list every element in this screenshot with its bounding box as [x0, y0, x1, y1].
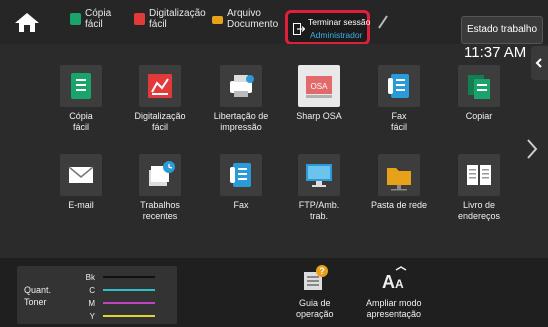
- app-print-release[interactable]: Libertação de impressão: [201, 65, 281, 133]
- ftp-desktop-icon: [298, 154, 340, 196]
- address-book-icon: [458, 154, 500, 196]
- toner-row-y: Y: [85, 310, 175, 322]
- app-easy-fax[interactable]: Fax fácil: [359, 65, 439, 133]
- app-label: E-mail: [68, 200, 94, 210]
- toner-row-m: M: [85, 297, 175, 309]
- app-label: Fax: [233, 200, 249, 210]
- clock: 11:37 AM: [464, 44, 527, 61]
- copy-icon: [458, 65, 500, 107]
- toner-title: Quant. Toner: [24, 285, 52, 307]
- logout-label: Terminar sessão: [308, 17, 371, 27]
- app-label: Trabalhos recentes: [140, 200, 180, 221]
- operation-guide-label: Guia de operação: [296, 298, 334, 319]
- easy-copy-icon: [60, 65, 102, 107]
- toner-bar: [103, 289, 155, 291]
- app-label: Pasta de rede: [370, 200, 428, 210]
- network-folder-icon: [378, 154, 420, 196]
- fax-icon: [220, 154, 262, 196]
- email-icon: [60, 154, 102, 196]
- app-recent-jobs[interactable]: Trabalhos recentes: [120, 154, 200, 222]
- app-label: Cópia fácil: [69, 111, 93, 132]
- operation-guide-button[interactable]: ? Guia de operação: [296, 264, 334, 320]
- app-label: Libertação de impressão: [213, 111, 269, 132]
- app-label: Fax fácil: [390, 111, 407, 132]
- chevron-right-icon[interactable]: [525, 138, 539, 160]
- home-button[interactable]: [10, 9, 44, 37]
- app-ftp-desktop[interactable]: FTP/Amb. trab.: [279, 154, 359, 222]
- logged-user: Administrador: [310, 30, 363, 40]
- scan-icon: [134, 13, 145, 25]
- shortcut-easy-scan[interactable]: Digitalização fácil: [134, 8, 206, 38]
- toner-bar: [103, 302, 155, 304]
- app-label: Sharp OSA: [296, 111, 342, 121]
- toner-label: M: [88, 298, 95, 308]
- side-panel-tab[interactable]: [531, 46, 548, 80]
- copy-icon: [70, 13, 81, 25]
- pen-icon[interactable]: [376, 14, 390, 30]
- svg-text:A: A: [382, 272, 395, 292]
- sharp-osa-icon: OSA: [298, 65, 340, 107]
- app-network-folder[interactable]: Pasta de rede: [359, 154, 439, 211]
- app-easy-copy[interactable]: Cópia fácil: [41, 65, 121, 133]
- print-release-icon: [220, 65, 262, 107]
- easy-scan-icon: [139, 65, 181, 107]
- app-label: FTP/Amb. trab.: [298, 200, 340, 221]
- app-easy-scan[interactable]: Digitalização fácil: [120, 65, 200, 133]
- enlarge-display-label: Ampliar modo apresentação: [366, 298, 422, 319]
- enlarge-display-icon: A A: [382, 266, 407, 292]
- enlarge-display-button[interactable]: A A Ampliar modo apresentação: [366, 264, 422, 320]
- job-status-button[interactable]: Estado trabalho: [461, 16, 543, 44]
- toner-bar: [103, 315, 155, 317]
- svg-text:?: ?: [319, 266, 325, 276]
- toner-label: C: [89, 285, 95, 295]
- top-bar: Cópia fácil Digitalização fácil Arquivo …: [0, 0, 548, 45]
- toner-row-bk: Bk: [85, 271, 175, 283]
- chevron-left-icon: [535, 58, 542, 68]
- logout-icon: [293, 23, 305, 35]
- app-address-book[interactable]: Livro de endereços: [439, 154, 519, 222]
- shortcut-label: Cópia fácil: [85, 8, 112, 30]
- toner-bar: [103, 276, 155, 278]
- folder-icon: [212, 16, 223, 24]
- app-email[interactable]: E-mail: [41, 154, 121, 211]
- svg-text:A: A: [395, 277, 404, 291]
- app-fax[interactable]: Fax: [201, 154, 281, 211]
- shortcut-easy-copy[interactable]: Cópia fácil: [70, 8, 111, 38]
- logout-button[interactable]: Terminar sessão Administrador: [285, 10, 370, 45]
- operation-guide-icon: ?: [303, 265, 328, 290]
- app-label: Digitalização fácil: [134, 111, 186, 132]
- easy-fax-icon: [378, 65, 420, 107]
- toner-label: Y: [89, 311, 95, 321]
- toner-label: Bk: [85, 272, 95, 282]
- home-icon: [15, 13, 39, 32]
- shortcut-label: Arquivo Documento: [227, 8, 279, 30]
- shortcut-label: Digitalização fácil: [149, 8, 206, 30]
- app-sharp-osa[interactable]: OSA Sharp OSA: [279, 65, 359, 122]
- shortcut-document-filing[interactable]: Arquivo Documento: [212, 8, 278, 38]
- toner-panel[interactable]: Quant. Toner Bk C M Y: [17, 266, 177, 324]
- toner-row-c: C: [85, 284, 175, 296]
- osa-badge: OSA: [311, 82, 329, 91]
- recent-jobs-icon: [139, 154, 181, 196]
- app-copy[interactable]: Copiar: [439, 65, 519, 122]
- app-label: Copiar: [465, 111, 493, 121]
- app-label: Livro de endereços: [457, 200, 501, 221]
- bottom-bar: Quant. Toner Bk C M Y ? Guia de operação: [0, 258, 548, 327]
